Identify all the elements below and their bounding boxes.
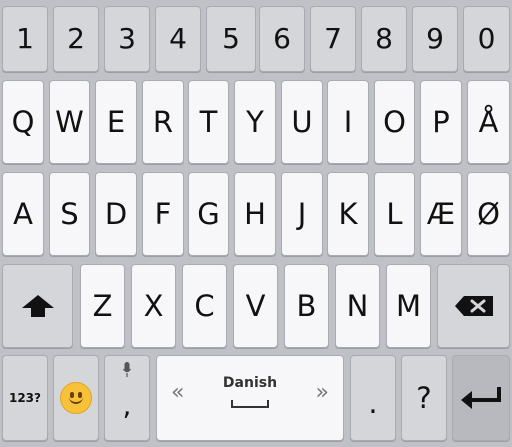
key-7[interactable]: 7 — [310, 6, 356, 72]
key-label: A — [13, 196, 33, 231]
key-label: 9 — [426, 22, 444, 55]
key-n[interactable]: N — [335, 264, 380, 348]
emoji-icon — [60, 382, 92, 414]
key-r[interactable]: R — [142, 80, 184, 164]
key-j[interactable]: J — [281, 172, 323, 256]
key-l[interactable]: L — [374, 172, 415, 256]
key-label: Y — [246, 104, 264, 139]
shift-key[interactable] — [2, 264, 73, 348]
key-c[interactable]: C — [182, 264, 227, 348]
key-label: K — [338, 196, 358, 231]
key-z[interactable]: Z — [80, 264, 125, 348]
backspace-icon — [454, 296, 493, 316]
key-label: T — [199, 104, 218, 139]
keyboard: 1 2 3 4 5 6 7 8 9 0 Q W E R T Y U I O P … — [0, 0, 512, 447]
key-2[interactable]: 2 — [53, 6, 99, 72]
key-p[interactable]: P — [420, 80, 462, 164]
key-b[interactable]: B — [284, 264, 329, 348]
key-label: V — [245, 288, 266, 323]
emoji-key[interactable] — [53, 355, 99, 441]
key-9[interactable]: 9 — [412, 6, 458, 72]
key-label: O — [383, 104, 406, 139]
key-label: M — [395, 288, 422, 323]
key-q[interactable]: Q — [2, 80, 44, 164]
key-label: 7 — [324, 22, 342, 55]
key-m[interactable]: M — [386, 264, 431, 348]
symbols-key[interactable]: 123? — [2, 355, 48, 441]
key-3[interactable]: 3 — [104, 6, 150, 72]
key-label: Q — [11, 104, 35, 139]
key-e[interactable]: E — [95, 80, 137, 164]
enter-icon — [461, 387, 501, 409]
key-d[interactable]: D — [95, 172, 137, 256]
mic-icon — [123, 362, 131, 377]
key-label: W — [55, 104, 84, 139]
key-label: P — [432, 104, 450, 139]
key-s[interactable]: S — [49, 172, 90, 256]
question-key[interactable]: ? — [401, 355, 447, 441]
key-label: I — [343, 104, 353, 139]
key-1[interactable]: 1 — [2, 6, 48, 72]
key-v[interactable]: V — [233, 264, 278, 348]
key-4[interactable]: 4 — [155, 6, 201, 72]
key-8[interactable]: 8 — [361, 6, 407, 72]
key-i[interactable]: I — [327, 80, 369, 164]
key-label: G — [197, 196, 220, 231]
key-label: 5 — [222, 22, 240, 55]
key-y[interactable]: Y — [234, 80, 276, 164]
key-label: Æ — [426, 196, 456, 231]
key-x[interactable]: X — [131, 264, 176, 348]
space-icon — [231, 400, 269, 408]
key-label: 0 — [477, 22, 496, 55]
key-label: 8 — [375, 22, 393, 55]
key-label: 2 — [67, 22, 85, 55]
space-key[interactable]: « Danish » — [156, 355, 344, 441]
key-label: X — [143, 288, 164, 323]
key-label: L — [386, 196, 403, 231]
key-0[interactable]: 0 — [463, 6, 510, 72]
key-label: F — [154, 196, 172, 231]
key-label: 1 — [16, 22, 34, 55]
key-label: Å — [478, 104, 499, 139]
key-k[interactable]: K — [327, 172, 369, 256]
key-g[interactable]: G — [188, 172, 229, 256]
key-label: J — [297, 196, 307, 231]
comma-key[interactable]: , — [104, 355, 150, 441]
key-o[interactable]: O — [374, 80, 415, 164]
backspace-key[interactable] — [437, 264, 510, 348]
key-label: E — [106, 104, 126, 139]
key-label: D — [104, 196, 128, 231]
comma-label: , — [122, 389, 132, 422]
shift-icon — [21, 295, 54, 317]
key-h[interactable]: H — [234, 172, 276, 256]
period-label: . — [368, 385, 378, 420]
key-label: H — [244, 196, 266, 231]
key-5[interactable]: 5 — [206, 6, 256, 72]
key-label: N — [346, 288, 369, 323]
question-label: ? — [416, 380, 432, 415]
chevron-right-icon: » — [315, 380, 329, 405]
key-label: 3 — [118, 22, 136, 55]
key-label: U — [291, 104, 313, 139]
key-ae[interactable]: Æ — [420, 172, 462, 256]
key-label: 4 — [169, 22, 187, 55]
key-label: 6 — [273, 22, 291, 55]
key-w[interactable]: W — [49, 80, 90, 164]
enter-key[interactable] — [452, 355, 510, 441]
key-label: Ø — [477, 196, 500, 231]
key-6[interactable]: 6 — [259, 6, 305, 72]
key-a-ring[interactable]: Å — [467, 80, 510, 164]
key-label: R — [152, 104, 174, 139]
symbols-label: 123? — [8, 391, 41, 405]
key-label: S — [60, 196, 79, 231]
key-u[interactable]: U — [281, 80, 323, 164]
key-a[interactable]: A — [2, 172, 44, 256]
key-label: C — [194, 288, 215, 323]
key-o-slash[interactable]: Ø — [467, 172, 510, 256]
key-label: Z — [92, 288, 113, 323]
period-key[interactable]: . — [350, 355, 396, 441]
key-f[interactable]: F — [142, 172, 184, 256]
key-label: B — [296, 288, 317, 323]
key-t[interactable]: T — [188, 80, 229, 164]
